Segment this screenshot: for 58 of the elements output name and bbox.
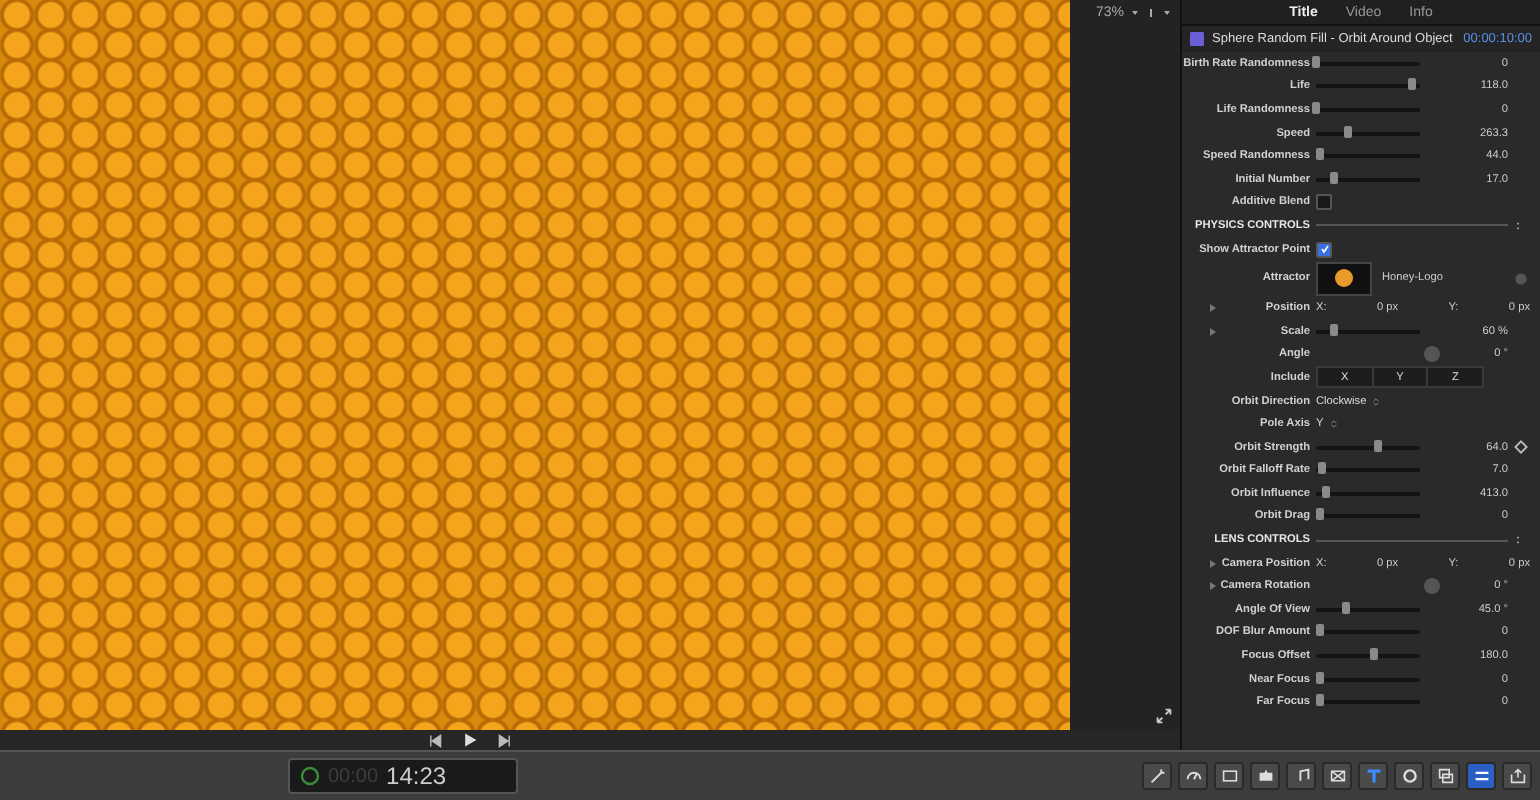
inspector-button[interactable] — [1466, 762, 1496, 791]
speed-indicator-icon — [300, 766, 320, 787]
enhancements-button[interactable] — [1142, 762, 1172, 791]
slider-thumb[interactable] — [1315, 694, 1324, 707]
checkmark-icon — [1319, 244, 1329, 255]
slider-thumb[interactable] — [1315, 508, 1324, 521]
slider-thumb[interactable] — [1312, 55, 1320, 68]
slider-thumb[interactable] — [1330, 171, 1339, 184]
slider-thumb[interactable] — [1374, 439, 1383, 452]
checkbox[interactable] — [1316, 241, 1332, 258]
updown-arrows-icon — [1329, 418, 1338, 431]
camera-icon — [1257, 768, 1273, 785]
slider-thumb[interactable] — [1408, 78, 1417, 91]
keyframe-diamond-icon[interactable] — [1514, 440, 1528, 455]
transitions-button[interactable] — [1322, 762, 1352, 791]
disclosure-icon[interactable] — [1210, 582, 1216, 591]
speedometer-icon — [1185, 768, 1201, 785]
slider-thumb[interactable] — [1341, 601, 1350, 614]
generators-button[interactable] — [1394, 762, 1424, 791]
updown-arrows-icon — [1372, 395, 1381, 408]
caret-icon — [1162, 8, 1172, 18]
stacked-frames-icon — [1437, 768, 1453, 785]
slider-thumb[interactable] — [1322, 485, 1331, 498]
slider-thumb[interactable] — [1318, 462, 1327, 475]
clips-button[interactable] — [1214, 762, 1244, 791]
checkbox[interactable] — [1316, 194, 1332, 211]
fullscreen-icon — [1156, 708, 1172, 724]
music-note-icon — [1293, 768, 1309, 785]
letter-t-icon — [1365, 768, 1381, 785]
disclosure-icon[interactable] — [1210, 559, 1216, 568]
disclosure-icon[interactable] — [1210, 304, 1216, 313]
slider-thumb[interactable] — [1315, 671, 1324, 684]
filmstrip-icon — [1221, 768, 1237, 785]
slider-thumb[interactable] — [1330, 323, 1339, 336]
skip-forward-icon — [498, 733, 512, 748]
image-well[interactable] — [1316, 261, 1372, 296]
honey-logo-thumbnail-icon — [1334, 268, 1354, 289]
slider-thumb[interactable] — [1315, 148, 1324, 161]
themes-button[interactable] — [1430, 762, 1460, 791]
title-icon — [1190, 32, 1204, 46]
slider-thumb[interactable] — [1343, 125, 1352, 138]
retime-button[interactable] — [1178, 762, 1208, 791]
share-button[interactable] — [1502, 762, 1532, 791]
wand-icon — [1149, 768, 1165, 785]
slider-thumb[interactable] — [1315, 624, 1324, 637]
sliders-icon — [1473, 768, 1489, 785]
caret-icon — [1130, 8, 1140, 18]
disclosure-icon[interactable] — [1210, 327, 1216, 336]
slider-thumb[interactable] — [1312, 101, 1320, 114]
clear-icon — [1514, 271, 1528, 286]
music-button[interactable] — [1286, 762, 1316, 791]
skip-back-icon — [428, 733, 442, 748]
transition-icon — [1329, 768, 1345, 785]
share-icon — [1509, 768, 1525, 785]
photos-button[interactable] — [1250, 762, 1280, 791]
slider-thumb[interactable] — [1369, 648, 1378, 661]
play-icon — [462, 732, 478, 749]
titles-button[interactable] — [1358, 762, 1388, 791]
